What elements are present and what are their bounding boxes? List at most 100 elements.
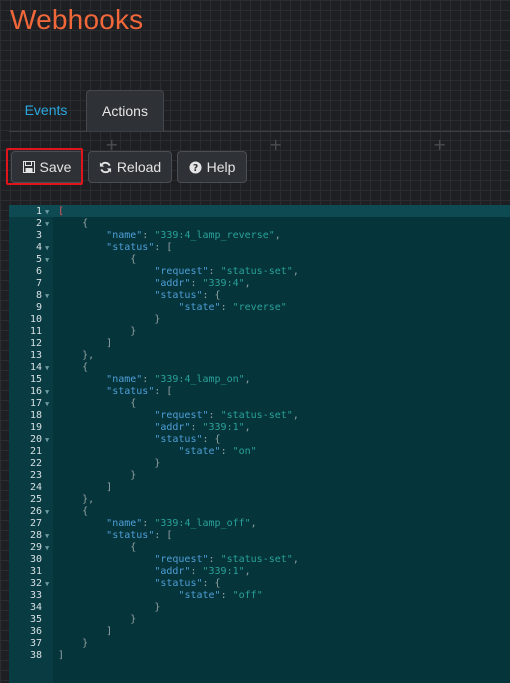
fold-toggle-icon[interactable]: ▼ [45, 386, 49, 398]
json-punctuation: { [58, 398, 137, 409]
json-string: "off" [232, 590, 263, 601]
json-key: "status" [106, 530, 155, 541]
json-key: "status" [154, 434, 203, 445]
code-text: "state": "off" [58, 590, 263, 602]
code-line: 37 } [9, 638, 510, 650]
fold-toggle-icon[interactable]: ▼ [45, 362, 49, 374]
line-number: 14 [29, 362, 42, 373]
json-punctuation: : [142, 374, 155, 385]
json-punctuation: ] [58, 482, 113, 493]
json-punctuation: ] [58, 626, 113, 637]
code-line: 30 "request": "status-set", [9, 554, 510, 566]
fold-toggle-icon[interactable]: ▼ [45, 398, 49, 410]
json-key: "request" [154, 410, 209, 421]
tab-actions[interactable]: Actions [86, 90, 164, 131]
code-line: 17 ▼ { [9, 398, 510, 410]
fold-toggle-icon[interactable]: ▼ [45, 290, 49, 302]
code-line: 33 "state": "off" [9, 590, 510, 602]
help-button-label: Help [206, 159, 236, 175]
json-key: "state" [178, 590, 221, 601]
json-string: "339:4_lamp_off" [154, 518, 251, 529]
json-punctuation [58, 578, 154, 589]
json-punctuation [58, 554, 154, 565]
json-punctuation [58, 446, 178, 457]
json-punctuation [58, 242, 106, 253]
json-key: "status" [154, 290, 203, 301]
tab-events[interactable]: Events [9, 90, 83, 130]
fold-toggle-icon[interactable]: ▼ [45, 206, 49, 218]
code-line: 38] [9, 650, 510, 662]
code-text: { [58, 506, 88, 518]
json-key: "addr" [154, 566, 191, 577]
save-button[interactable]: Save [11, 151, 83, 183]
fold-toggle-icon[interactable]: ▼ [45, 578, 49, 590]
json-punctuation: , [292, 266, 299, 277]
fold-toggle-icon[interactable]: ▼ [45, 530, 49, 542]
code-line: 2 ▼ { [9, 218, 510, 230]
tab-bar: Events Actions [9, 90, 510, 132]
code-text: "request": "status-set", [58, 410, 299, 422]
line-number: 28 [29, 530, 42, 541]
code-text: } [58, 638, 88, 650]
json-punctuation: , [244, 566, 251, 577]
line-number: 1 [35, 206, 42, 217]
code-line: 16 ▼ "status": [ [9, 386, 510, 398]
code-line: 29 ▼ { [9, 542, 510, 554]
json-punctuation: } [58, 602, 161, 613]
json-punctuation [58, 410, 154, 421]
json-key: "request" [154, 266, 209, 277]
code-text: "status": [ [58, 386, 172, 398]
line-number: 31 [29, 566, 42, 577]
json-punctuation [58, 266, 154, 277]
line-number: 25 [29, 494, 42, 505]
fold-toggle-icon[interactable]: ▼ [45, 242, 49, 254]
help-button[interactable]: ? Help [177, 151, 247, 183]
json-key: "state" [178, 446, 221, 457]
json-punctuation: : [ [154, 242, 173, 253]
code-line: 13 }, [9, 350, 510, 362]
json-punctuation: : [220, 446, 233, 457]
json-key: "status" [106, 242, 155, 253]
line-number: 3 [35, 230, 42, 241]
code-text: } [58, 614, 136, 626]
code-line: 22 } [9, 458, 510, 470]
line-number: 2 [35, 218, 42, 229]
json-punctuation: ] [58, 650, 65, 661]
json-code-editor[interactable]: 1 ▼[2 ▼ {3 "name": "339:4_lamp_reverse", 4 ▼… [9, 205, 510, 683]
code-line: 7 "addr": "339:4", [9, 278, 510, 290]
json-punctuation [58, 422, 154, 433]
code-text: "status": { [58, 578, 220, 590]
code-line: 5 ▼ { [9, 254, 510, 266]
json-punctuation: }, [58, 350, 95, 361]
json-punctuation [58, 374, 106, 385]
reload-button[interactable]: Reload [88, 151, 172, 183]
fold-toggle-icon[interactable]: ▼ [45, 254, 49, 266]
line-number: 11 [29, 326, 42, 337]
fold-toggle-icon[interactable]: ▼ [45, 542, 49, 554]
line-number: 24 [29, 482, 42, 493]
json-string: "339:4_lamp_reverse" [154, 230, 275, 241]
line-number: 33 [29, 590, 42, 601]
fold-toggle-icon[interactable]: ▼ [45, 434, 49, 446]
code-line: 35 } [9, 614, 510, 626]
line-number: 35 [29, 614, 42, 625]
json-key: "addr" [154, 278, 191, 289]
code-line: 14 ▼ { [9, 362, 510, 374]
json-punctuation [58, 386, 106, 397]
json-punctuation: { [58, 254, 137, 265]
json-punctuation: : [190, 422, 203, 433]
code-text: "name": "339:4_lamp_on", [58, 374, 251, 386]
code-text: } [58, 470, 136, 482]
code-line: 1 ▼ [ [9, 206, 510, 218]
json-key: "addr" [154, 422, 191, 433]
json-punctuation: : { [202, 434, 221, 445]
code-text: { [58, 254, 136, 266]
code-line: 21 "state": "on" [9, 446, 510, 458]
fold-toggle-icon[interactable]: ▼ [45, 218, 49, 230]
code-text: ] [58, 650, 64, 662]
fold-toggle-icon[interactable]: ▼ [45, 506, 49, 518]
json-punctuation: ] [58, 338, 113, 349]
json-punctuation: , [292, 410, 299, 421]
code-line: 32 ▼ "status": { [9, 578, 510, 590]
json-punctuation [58, 434, 154, 445]
